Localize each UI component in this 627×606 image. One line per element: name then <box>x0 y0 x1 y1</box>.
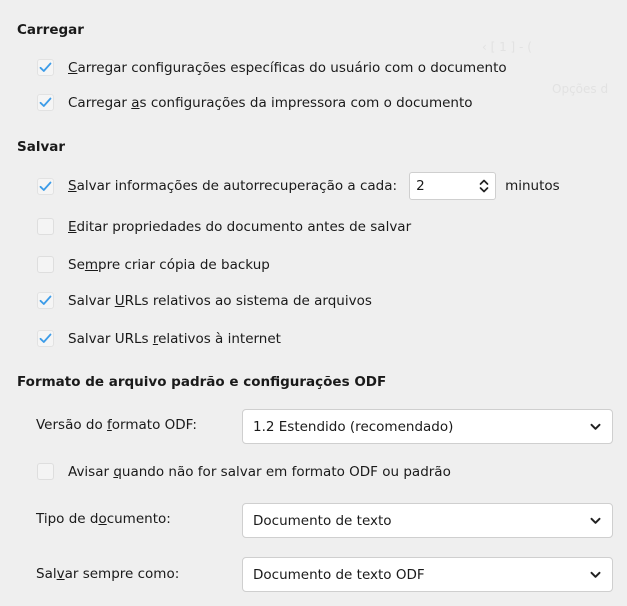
warn-non-odf-checkbox[interactable] <box>37 463 54 480</box>
document-type-dropdown[interactable]: Documento de texto <box>242 503 613 538</box>
document-type-value: Documento de texto <box>253 512 392 529</box>
autosave-unit-label: minutos <box>505 178 560 194</box>
odf-version-label: Versão do formato ODF: <box>36 417 197 433</box>
relative-internet-checkbox[interactable] <box>37 330 54 347</box>
edit-properties-checkbox[interactable] <box>37 218 54 235</box>
chevron-down-icon[interactable] <box>590 517 601 525</box>
always-save-as-value: Documento de texto ODF <box>253 566 425 583</box>
background-ghost-text: Opções d <box>552 82 609 96</box>
edit-properties-option[interactable]: Editar propriedades do documento antes d… <box>37 218 411 235</box>
autosave-option[interactable]: Salvar informações de autorrecuperação a… <box>37 172 560 200</box>
chevron-down-icon[interactable] <box>590 423 601 431</box>
backup-label: Sempre criar cópia de backup <box>68 256 270 273</box>
checkmark-icon <box>39 333 52 343</box>
spin-up-down-icon[interactable] <box>479 178 489 194</box>
always-save-as-label: Salvar sempre como: <box>36 566 180 582</box>
load-user-settings-option[interactable]: Carregar configurações específicas do us… <box>37 59 507 76</box>
warn-non-odf-label: Avisar quando não for salvar em formato … <box>68 463 451 480</box>
background-ghost-text: ‹ [ 1 ] - ( <box>482 40 532 54</box>
relative-filesystem-label: Salvar URLs relativos ao sistema de arqu… <box>68 292 372 309</box>
load-printer-settings-label: Carregar as configurações da impressora … <box>68 94 473 111</box>
backup-checkbox[interactable] <box>37 256 54 273</box>
relative-internet-label: Salvar URLs relativos à internet <box>68 330 281 347</box>
autosave-label: Salvar informações de autorrecuperação a… <box>68 178 398 194</box>
load-user-settings-label: Carregar configurações específicas do us… <box>68 59 507 76</box>
relative-filesystem-option[interactable]: Salvar URLs relativos ao sistema de arqu… <box>37 292 372 309</box>
save-section-title: Salvar <box>17 139 66 155</box>
load-printer-settings-option[interactable]: Carregar as configurações da impressora … <box>37 94 473 111</box>
backup-option[interactable]: Sempre criar cópia de backup <box>37 256 270 273</box>
autosave-minutes-spinbox[interactable]: 2 <box>409 172 497 200</box>
spin-arrows[interactable] <box>479 178 489 194</box>
checkmark-icon <box>39 62 52 72</box>
load-printer-settings-checkbox[interactable] <box>37 94 54 111</box>
warn-non-odf-option[interactable]: Avisar quando não for salvar em formato … <box>37 463 451 480</box>
relative-filesystem-checkbox[interactable] <box>37 292 54 309</box>
odf-version-value: 1.2 Estendido (recomendado) <box>253 418 454 435</box>
odf-section-title: Formato de arquivo padrão e configuraçõe… <box>17 374 387 390</box>
autosave-minutes-value[interactable]: 2 <box>416 178 425 194</box>
chevron-down-icon[interactable] <box>590 571 601 579</box>
checkmark-icon <box>39 97 52 107</box>
always-save-as-dropdown[interactable]: Documento de texto ODF <box>242 557 613 592</box>
edit-properties-label: Editar propriedades do documento antes d… <box>68 218 412 235</box>
relative-internet-option[interactable]: Salvar URLs relativos à internet <box>37 330 281 347</box>
load-section-title: Carregar <box>17 22 84 38</box>
odf-version-dropdown[interactable]: 1.2 Estendido (recomendado) <box>242 409 613 444</box>
checkmark-icon <box>39 295 52 305</box>
checkmark-icon <box>39 181 52 191</box>
document-type-label: Tipo de documento: <box>36 511 171 527</box>
load-user-settings-checkbox[interactable] <box>37 59 54 76</box>
autosave-checkbox[interactable] <box>37 177 54 195</box>
